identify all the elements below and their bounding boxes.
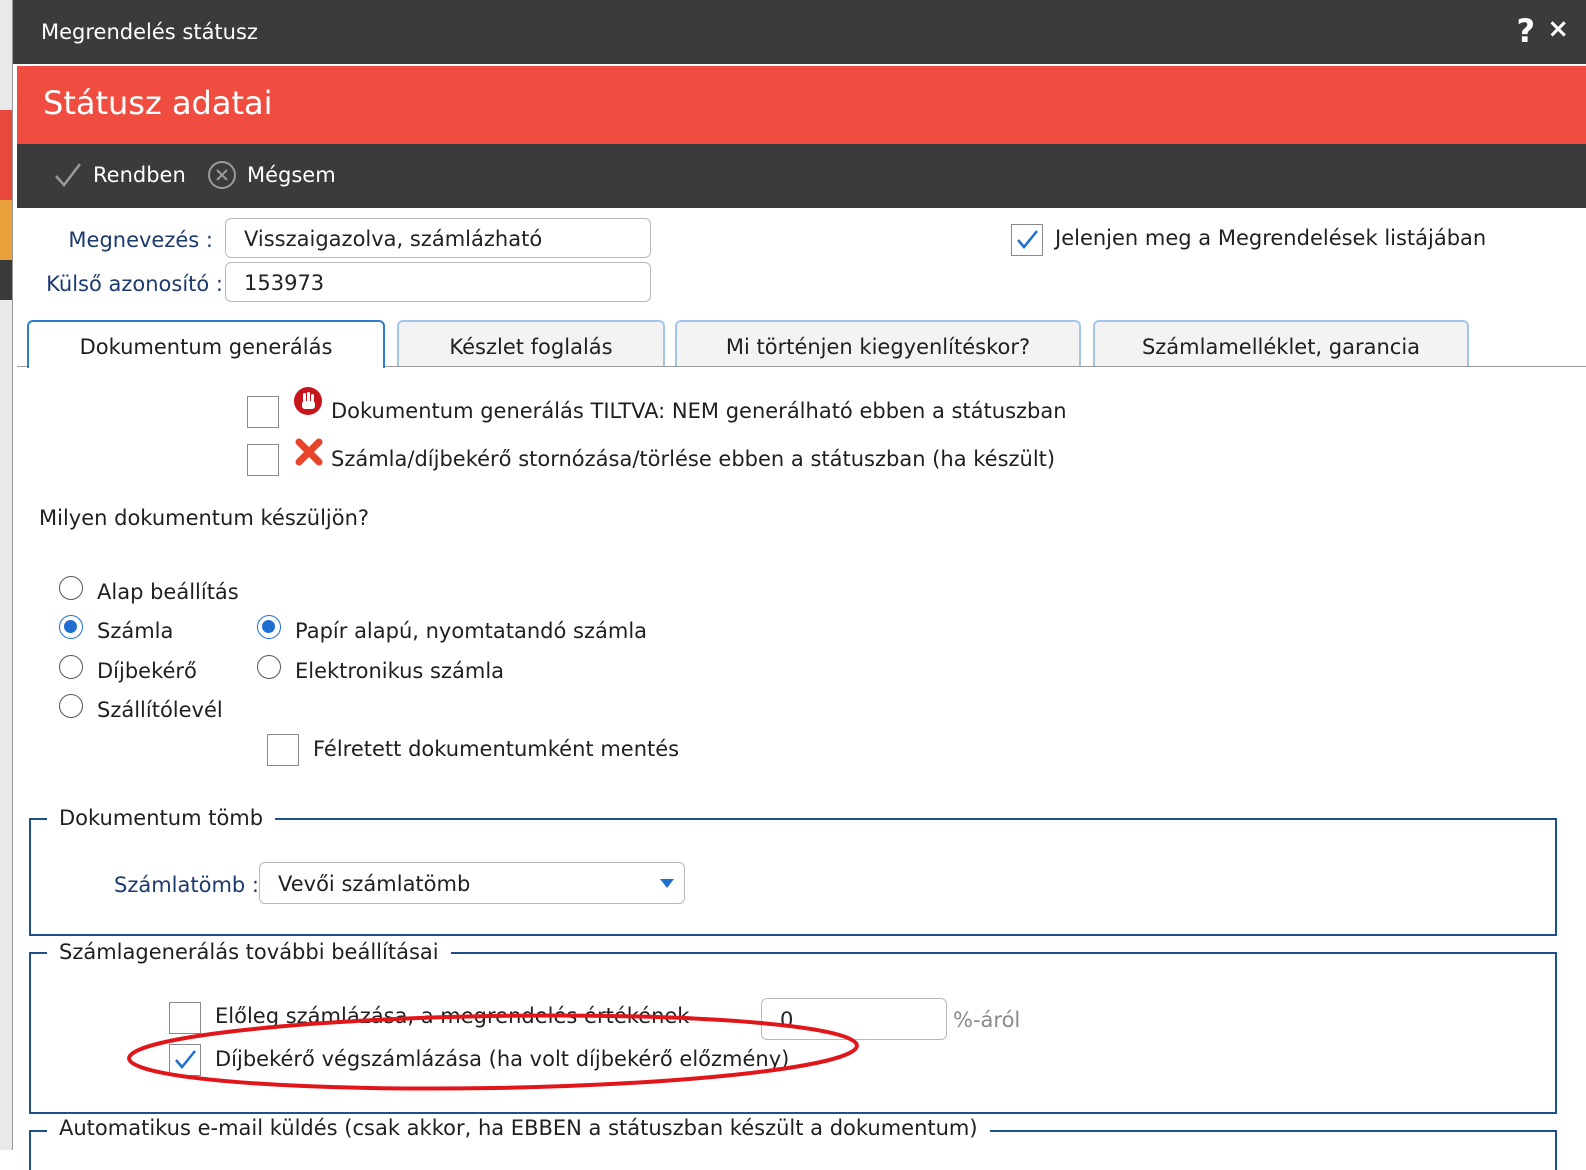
name-field[interactable]: Visszaigazolva, számlázható [225,218,651,258]
external-id-field[interactable]: 153973 [225,262,651,302]
check-icon [1017,230,1038,249]
radio-label: Alap beállítás [97,580,239,604]
show-in-list-label: Jelenjen meg a Megrendelések listájában [1055,226,1487,250]
circle-x-icon [208,161,236,189]
tab-document-generation[interactable]: Dokumentum generálás [27,320,385,368]
tab-stock-reservation[interactable]: Készlet foglalás [397,320,665,366]
red-x-icon [295,438,323,466]
dialog-toolbar: Rendben Mégsem [17,144,1586,208]
dialog-titlebar: Megrendelés státusz ? × [13,0,1586,64]
radio-proforma[interactable] [59,655,83,679]
help-icon[interactable]: ? [1516,12,1535,50]
close-icon[interactable]: × [1547,14,1569,44]
show-in-list-checkbox[interactable] [1011,224,1043,256]
storno-label: Számla/díjbekérő stornózása/törlése ebbe… [331,447,1056,471]
invoice-block-value: Vevői számlatömb [278,872,471,896]
advance-percent-field[interactable]: 0 [761,998,947,1040]
advance-invoice-label: Előleg számlázása, a megrendelés értékén… [215,1004,690,1028]
forbid-generation-label: Dokumentum generálás TILTVA: NEM generál… [331,399,1067,423]
document-block-legend: Dokumentum tömb [47,806,276,830]
auto-email-legend: Automatikus e-mail küldés (csak akkor, h… [47,1116,990,1140]
advance-invoice-checkbox[interactable] [169,1002,201,1034]
ok-button[interactable]: Rendben [53,160,186,190]
invoice-settings-legend: Számlagenerálás további beállításai [47,940,451,964]
radio-label: Számla [97,619,174,643]
section-title: Státusz adatai [43,84,273,122]
cancel-label: Mégsem [247,163,336,187]
radio-delivery-note[interactable] [59,694,83,718]
forbid-generation-checkbox[interactable] [247,396,279,428]
cancel-button[interactable]: Mégsem [207,160,336,190]
invoice-block-label: Számlatömb : [113,873,259,897]
document-type-question: Milyen dokumentum készüljön? [39,506,370,530]
stop-hand-icon [294,387,322,415]
ok-label: Rendben [93,163,186,187]
section-header: Státusz adatai [17,66,1586,144]
final-invoice-checkbox[interactable] [169,1044,201,1076]
storno-checkbox[interactable] [247,444,279,476]
check-icon [175,1050,196,1069]
radio-label: Elektronikus számla [295,659,505,683]
final-invoice-label: Díjbekérő végszámlázása (ha volt díjbeké… [215,1047,790,1071]
radio-paper-invoice[interactable] [257,615,281,639]
radio-invoice[interactable] [59,615,83,639]
radio-default-setting[interactable] [59,576,83,600]
radio-label: Papír alapú, nyomtatandó számla [295,619,648,643]
external-id-label: Külső azonosító : [46,272,223,296]
radio-label: Díjbekérő [97,659,197,683]
draft-save-label: Félretett dokumentumként mentés [313,737,680,761]
radio-label: Szállítólevél [97,698,223,722]
checkmark-icon [55,163,81,187]
dropdown-arrow-icon [660,879,674,888]
percent-unit-label: %-áról [953,1008,1021,1032]
tab-invoice-attachment[interactable]: Számlamelléklet, garancia [1093,320,1469,366]
order-status-dialog: Megrendelés státusz ? × Státusz adatai R… [12,0,1586,1170]
background-app-strip [0,0,12,1150]
name-label: Megnevezés : [68,228,213,252]
tab-on-settlement[interactable]: Mi történjen kiegyenlítéskor? [675,320,1081,366]
radio-electronic-invoice[interactable] [257,655,281,679]
dialog-title: Megrendelés státusz [41,20,258,44]
invoice-block-select[interactable]: Vevői számlatömb [259,862,685,904]
draft-save-checkbox[interactable] [267,734,299,766]
